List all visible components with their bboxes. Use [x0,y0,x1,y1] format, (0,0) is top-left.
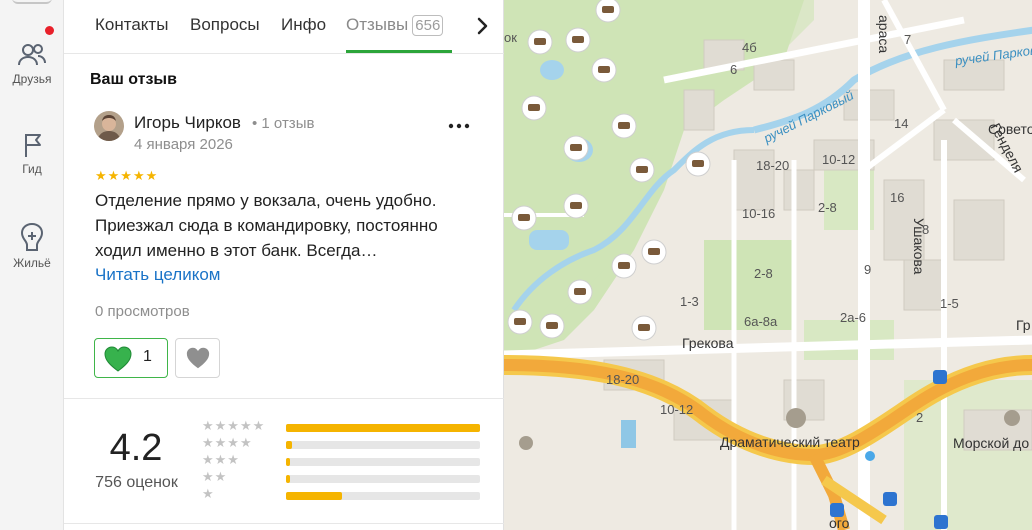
rating-row-1[interactable]: ★ [202,486,482,503]
dislike-button[interactable] [175,338,220,378]
house-number: 2 [916,410,923,425]
rail-label-friends: Друзья [12,72,52,86]
tab-reviews-label: Отзывы [346,15,409,34]
views-count: 0 просмотров [95,303,190,320]
house-number: 2а-6 [840,310,866,325]
map-label-morskoy: Морской до [953,435,1029,451]
avatar[interactable] [94,111,124,141]
tab-contacts-label: Контакты [95,15,169,34]
rating-row-stars: ★ [202,486,215,501]
rating-bar-track [286,475,480,483]
house-number: 1-5 [940,296,959,311]
rail-item-housing[interactable]: Жильё [0,222,64,270]
rail-item-friends[interactable]: Друзья [0,42,64,86]
green-heart-icon [104,346,132,372]
friends-icon [18,44,46,66]
map-label-zoo: ок [504,30,517,45]
house-number: 14 [894,116,908,131]
tab-reviews-count: 656 [412,15,444,36]
read-more-link[interactable]: Читать целиком [95,265,221,285]
like-count: 1 [143,348,152,365]
house-number: 2-8 [818,200,837,215]
tab-info-label: Инфо [281,15,327,34]
your-review-title: Ваш отзыв [90,71,177,88]
house-number: 18-20 [606,372,639,387]
rating-bar-fill [286,475,290,483]
rating-row-stars: ★★★ [202,452,240,467]
house-number: 4б [742,40,757,55]
author-review-count: • 1 отзыв [252,115,315,132]
rating-bar-track [286,441,480,449]
rating-row-2[interactable]: ★★ [202,469,482,486]
house-number: 10-12 [660,402,693,417]
rating-bar-fill [286,441,292,449]
rating-row-stars: ★★ [202,469,228,484]
flag-icon [25,134,41,157]
rating-bar-fill [286,458,290,466]
review-text: Отделение прямо у вокзала, очень удобно.… [95,191,438,260]
rail-top-partial-icon [12,0,52,4]
more-options-icon[interactable] [446,116,472,136]
rating-bar-track [286,492,480,500]
house-number: 8 [922,222,929,237]
gray-heart-icon [186,347,210,369]
tab-questions-label: Вопросы [190,15,260,34]
house-number: 16 [890,190,904,205]
review-date: 4 января 2026 [134,136,233,153]
rating-row-4[interactable]: ★★★★ [202,435,482,452]
tab-info[interactable]: Инфо [281,15,326,35]
rail-label-housing: Жильё [13,256,51,270]
like-button[interactable]: 1 [94,338,168,378]
rating-bar-fill [286,424,480,432]
house-number: 10-12 [822,152,855,167]
house-icon [20,222,44,251]
house-number: 10-16 [742,206,775,221]
rating-bar-track [286,424,480,432]
rating-row-5[interactable]: ★★★★★ [202,418,482,435]
map-label-ogo: ого [829,515,850,530]
house-number: 7 [904,32,911,47]
tab-reviews[interactable]: Отзывы 656 [346,15,444,36]
tab-contacts[interactable]: Контакты [95,15,168,35]
rail-label-guide: Гид [22,162,42,176]
rating-value: 4.2 [109,427,163,469]
map-label-gr: Гр [1016,317,1031,333]
chevron-right-icon[interactable] [470,14,494,38]
map-label-theater: Драматический театр [720,434,860,450]
rating-count: 756 оценок [95,474,178,491]
rating-bar-track [286,458,480,466]
map-label-grekova: Грекова [682,335,734,351]
map-label-parasa: араса [876,15,892,53]
place-panel: Контакты Вопросы Инфо Отзывы 656 Ваш отзы… [64,0,504,530]
house-number: 1-3 [680,294,699,309]
map-label-sovetov: Совето [988,121,1032,137]
house-number: 18-20 [756,158,789,173]
house-number: 6а-8а [744,314,778,329]
house-number: 2-8 [754,266,773,281]
section-divider [64,523,504,524]
notification-dot [45,26,54,35]
tab-questions[interactable]: Вопросы [190,15,260,35]
rating-row-stars: ★★★★★ [202,418,266,433]
map-view[interactable]: Грекова Ушакова Генделя Совето Гр араса … [503,0,1032,530]
rail-item-guide[interactable]: Гид [0,132,64,176]
rating-row-3[interactable]: ★★★ [202,452,482,469]
rating-bar-fill [286,492,343,500]
tabs-bar: Контакты Вопросы Инфо Отзывы 656 [64,0,504,54]
rating-row-stars: ★★★★ [202,435,253,450]
active-tab-indicator [346,50,452,53]
review-stars: ★★★★★ [95,168,159,183]
house-number: 6 [730,62,737,77]
house-number: 9 [864,262,871,277]
left-rail: Друзья Гид Жильё [0,0,64,530]
section-divider [64,398,504,399]
review-author[interactable]: Игорь Чирков [134,113,241,133]
